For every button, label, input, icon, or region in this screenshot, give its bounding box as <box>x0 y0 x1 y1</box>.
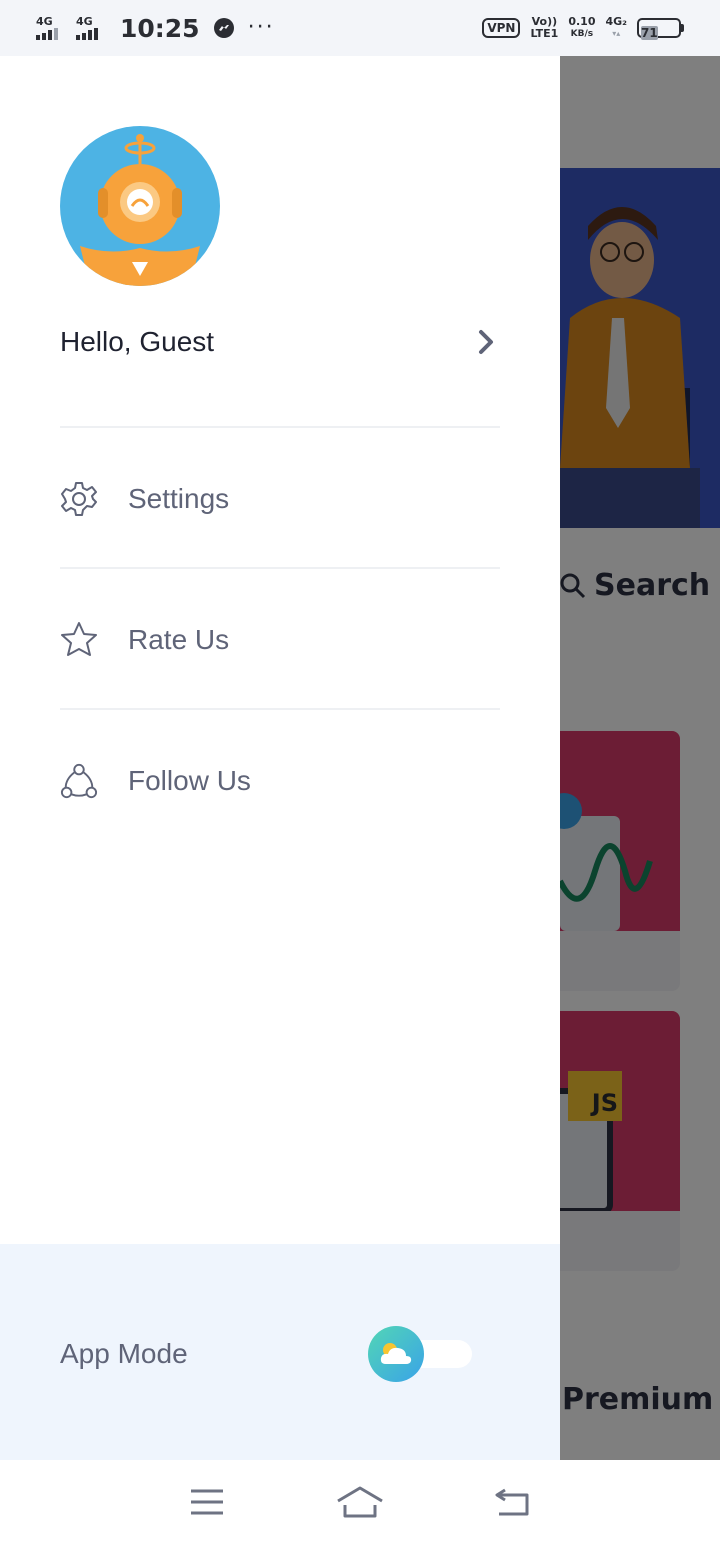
vpn-badge: VPN <box>482 18 521 38</box>
speed-value: 0.10 <box>568 15 596 28</box>
sun-cloud-icon <box>368 1326 424 1382</box>
menu-item-follow-us[interactable]: Follow Us <box>60 751 500 811</box>
sim2-network-label: 4G <box>76 15 93 28</box>
app-mode-panel: App Mode <box>0 1244 560 1460</box>
menu-button[interactable] <box>177 1472 237 1532</box>
divider <box>60 567 500 569</box>
speed-unit: KB/s <box>570 29 594 39</box>
profile-row[interactable]: Hello, Guest <box>60 316 500 368</box>
more-notifications-icon: ··· <box>247 15 275 40</box>
status-right: VPN Vo)) LTE1 0.10 KB/s 4G₂ ▾▴ 71 <box>482 16 684 40</box>
clock: 10:25 <box>120 13 200 43</box>
divider <box>60 426 500 428</box>
home-icon <box>337 1486 383 1518</box>
divider <box>60 708 500 710</box>
navigation-drawer: Hello, Guest Settings Rate Us Follow Us … <box>0 56 560 1460</box>
menu-item-label: Rate Us <box>128 624 230 655</box>
status-bar: 4G 4G 10:25 ··· VPN Vo)) LTE1 0.10 KB/s … <box>0 0 720 56</box>
volte-bottom: LTE1 <box>530 27 559 40</box>
menu-item-label: Settings <box>128 483 230 514</box>
app-mode-label: App Mode <box>60 1338 188 1369</box>
avatar[interactable] <box>60 126 220 286</box>
hamburger-icon <box>190 1489 223 1515</box>
back-button[interactable] <box>483 1472 543 1532</box>
sim1-signal-icon: 4G <box>36 16 68 40</box>
menu-item-settings[interactable]: Settings <box>60 469 500 529</box>
sim1-network-label: 4G <box>36 15 53 28</box>
greeting: Hello, Guest <box>60 326 215 357</box>
volte-indicator: Vo)) LTE1 <box>530 16 558 40</box>
home-button[interactable] <box>330 1472 390 1532</box>
status-left: 4G 4G 10:25 ··· <box>36 14 275 43</box>
system-navigation-bar <box>0 1460 720 1544</box>
network2-top: 4G₂ <box>605 15 627 28</box>
battery-level: 71 <box>641 26 658 40</box>
messenger-icon <box>213 18 234 38</box>
network-speed: 0.10 KB/s <box>568 16 595 40</box>
chevron-right-icon <box>472 328 500 356</box>
app-mode-toggle[interactable] <box>368 1326 472 1382</box>
menu-item-label: Follow Us <box>128 765 251 796</box>
share-icon <box>60 762 98 800</box>
battery-icon: 71 <box>637 18 684 40</box>
network2-indicator: 4G₂ ▾▴ <box>605 16 627 40</box>
menu-item-rate-us[interactable]: Rate Us <box>60 610 500 670</box>
gear-icon <box>60 480 98 518</box>
star-icon <box>60 621 98 659</box>
back-icon <box>495 1488 529 1516</box>
sim2-signal-icon: 4G <box>76 16 108 40</box>
network2-activity-icon: ▾▴ <box>612 29 621 38</box>
